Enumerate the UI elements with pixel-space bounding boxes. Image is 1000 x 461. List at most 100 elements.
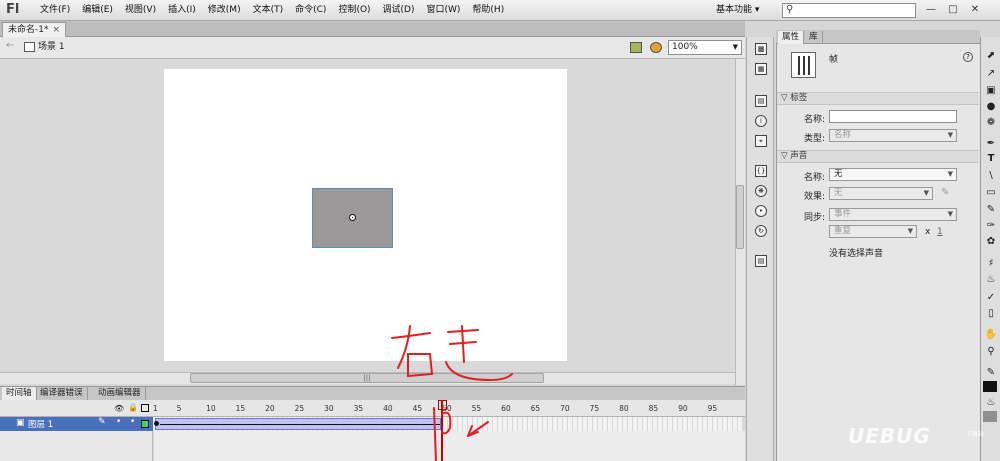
3d-rotation-tool-icon[interactable]: ● <box>984 100 998 113</box>
lock-dot[interactable]: • <box>130 417 135 427</box>
minimize-button[interactable]: — <box>922 1 940 18</box>
repeat-count[interactable]: 1 <box>937 227 943 237</box>
effect-select[interactable]: 无 ▼ <box>829 187 933 200</box>
horizontal-scroll-thumb[interactable]: ||| <box>190 373 544 383</box>
menu-edit[interactable]: 编辑(E) <box>76 0 119 21</box>
edit-envelope-pencil-icon[interactable]: ✎ <box>941 187 949 198</box>
paint-bucket-tool-icon[interactable]: ♨ <box>984 273 998 286</box>
stroke-color-swatch[interactable] <box>983 381 997 392</box>
zoom-select[interactable]: 100% ▼ <box>668 40 742 55</box>
frame-number-80: 80 <box>619 404 629 413</box>
close-icon[interactable]: × <box>52 25 60 35</box>
search-input[interactable]: ⚲ <box>782 3 916 18</box>
align-panel-icon[interactable]: ▤ <box>755 95 767 107</box>
brush-tool-icon[interactable]: ✑ <box>984 219 998 232</box>
vertical-scroll-thumb[interactable] <box>736 185 744 249</box>
text-tool-icon[interactable]: T <box>984 152 998 165</box>
rectangle-tool-icon[interactable]: ▭ <box>984 186 998 199</box>
restore-button[interactable]: □ <box>944 1 962 18</box>
tab-compiler-errors[interactable]: 编译器错误 <box>36 387 88 400</box>
hand-tool-icon[interactable]: ✋ <box>984 328 998 341</box>
edit-symbols-icon[interactable] <box>650 42 662 53</box>
zoom-tool-icon[interactable]: ⚲ <box>984 345 998 358</box>
sound-name-select[interactable]: 无 ▼ <box>829 168 957 181</box>
scene-name[interactable]: 场景 1 <box>38 41 65 53</box>
frame-name-input[interactable] <box>829 110 957 123</box>
menu-help[interactable]: 帮助(H) <box>466 0 510 21</box>
close-button[interactable]: ✕ <box>966 1 984 18</box>
menu-text[interactable]: 文本(T) <box>247 0 290 21</box>
menu-window[interactable]: 窗口(W) <box>421 0 467 21</box>
help-icon[interactable]: ? <box>963 52 973 62</box>
deco-tool-icon[interactable]: ✿ <box>984 235 998 248</box>
label-section-header[interactable]: ▽ 标签 <box>777 92 979 105</box>
eraser-tool-icon[interactable]: ▯ <box>984 307 998 320</box>
code-snippets-icon[interactable]: {} <box>755 165 767 177</box>
scene-panel-icon[interactable]: ▤ <box>755 255 767 267</box>
history-icon[interactable]: ↻ <box>755 225 767 237</box>
label-type-select[interactable]: 名称 ▼ <box>829 129 957 142</box>
workspace-switcher[interactable]: 基本功能 ▾ <box>716 3 759 17</box>
pencil-tool-icon[interactable]: ✎ <box>984 203 998 216</box>
repeat-value: 重复 <box>834 226 852 236</box>
no-sound-message: 没有选择声音 <box>829 249 884 259</box>
tab-motion-editor[interactable]: 动画编辑器 <box>94 387 146 400</box>
sync-select[interactable]: 事件 ▼ <box>829 208 957 221</box>
menu-commands[interactable]: 命令(C) <box>289 0 332 21</box>
eyedropper-tool-icon[interactable]: ✓ <box>984 291 998 304</box>
frame-number-45: 45 <box>412 404 423 413</box>
repeat-select[interactable]: 重复 ▼ <box>829 225 917 238</box>
frame-type-label: 帧 <box>829 55 839 65</box>
frame-number-40: 40 <box>383 404 393 413</box>
tween-arrow <box>160 424 440 425</box>
tab-properties[interactable]: 属性 <box>778 31 805 44</box>
menu-debug[interactable]: 调试(D) <box>377 0 421 21</box>
menu-insert[interactable]: 插入(I) <box>162 0 202 21</box>
playhead[interactable] <box>441 400 443 461</box>
layer-row[interactable]: ▣ 图层 1 ✎ • • <box>0 417 153 431</box>
edit-scene-icon[interactable] <box>630 42 642 53</box>
back-arrow-icon[interactable]: ← <box>6 40 14 51</box>
document-tab[interactable]: 未命名-1* × <box>2 22 67 37</box>
outline-icon[interactable] <box>141 404 149 412</box>
free-transform-tool-icon[interactable]: ▣ <box>984 84 998 97</box>
selection-tool-icon[interactable]: ⬈ <box>984 49 998 62</box>
menu-control[interactable]: 控制(O) <box>332 0 376 21</box>
lock-icon[interactable]: 🔒 <box>128 403 138 412</box>
watermark-sub: 下载站 <box>966 431 985 438</box>
tab-library[interactable]: 库 <box>805 31 823 44</box>
menu-view[interactable]: 视图(V) <box>119 0 162 21</box>
bone-tool-icon[interactable]: ♯ <box>984 257 998 270</box>
layer-outline-color[interactable] <box>141 420 149 428</box>
swatches-panel-icon[interactable]: ▦ <box>755 63 767 75</box>
pen-tool-icon[interactable]: ✒ <box>984 137 998 150</box>
registration-point-icon <box>349 214 356 221</box>
pencil-icon: ✎ <box>98 417 106 427</box>
frame-number-55: 55 <box>471 404 482 413</box>
info-panel-icon[interactable]: i <box>755 115 767 127</box>
components-icon[interactable]: ❋ <box>755 185 767 197</box>
subselection-tool-icon[interactable]: ↗ <box>984 67 998 80</box>
frame-number-85: 85 <box>648 404 659 413</box>
frame-number-15: 15 <box>235 404 246 413</box>
sync-value: 事件 <box>834 209 852 219</box>
color-panel-icon[interactable]: ▩ <box>755 43 767 55</box>
frame-ruler[interactable]: 1 5 10 15 20 25 30 35 40 45 50 55 60 65 70 75 80 85 90 95 <box>153 400 743 417</box>
menu-modify[interactable]: 修改(M) <box>202 0 247 21</box>
motion-presets-icon[interactable]: • <box>755 205 767 217</box>
frame-number-25: 25 <box>294 404 305 413</box>
frame-number-35: 35 <box>353 404 364 413</box>
visibility-dot[interactable]: • <box>116 417 121 427</box>
sound-section-header[interactable]: ▽ 声音 <box>777 150 979 163</box>
layer-name[interactable]: 图层 1 <box>28 418 53 430</box>
lasso-tool-icon[interactable]: ❁ <box>984 116 998 129</box>
line-tool-icon[interactable]: \ <box>984 169 998 182</box>
keyframe-start[interactable] <box>154 421 159 426</box>
menu-file[interactable]: 文件(F) <box>34 0 76 21</box>
fill-color-swatch[interactable] <box>983 411 997 422</box>
eye-icon[interactable]: 👁 <box>114 404 124 413</box>
tab-timeline[interactable]: 时间轴 <box>2 387 37 400</box>
frame-number-65: 65 <box>530 404 541 413</box>
transform-panel-icon[interactable]: ⌖ <box>755 135 767 147</box>
label-section-title: 标签 <box>790 93 808 103</box>
